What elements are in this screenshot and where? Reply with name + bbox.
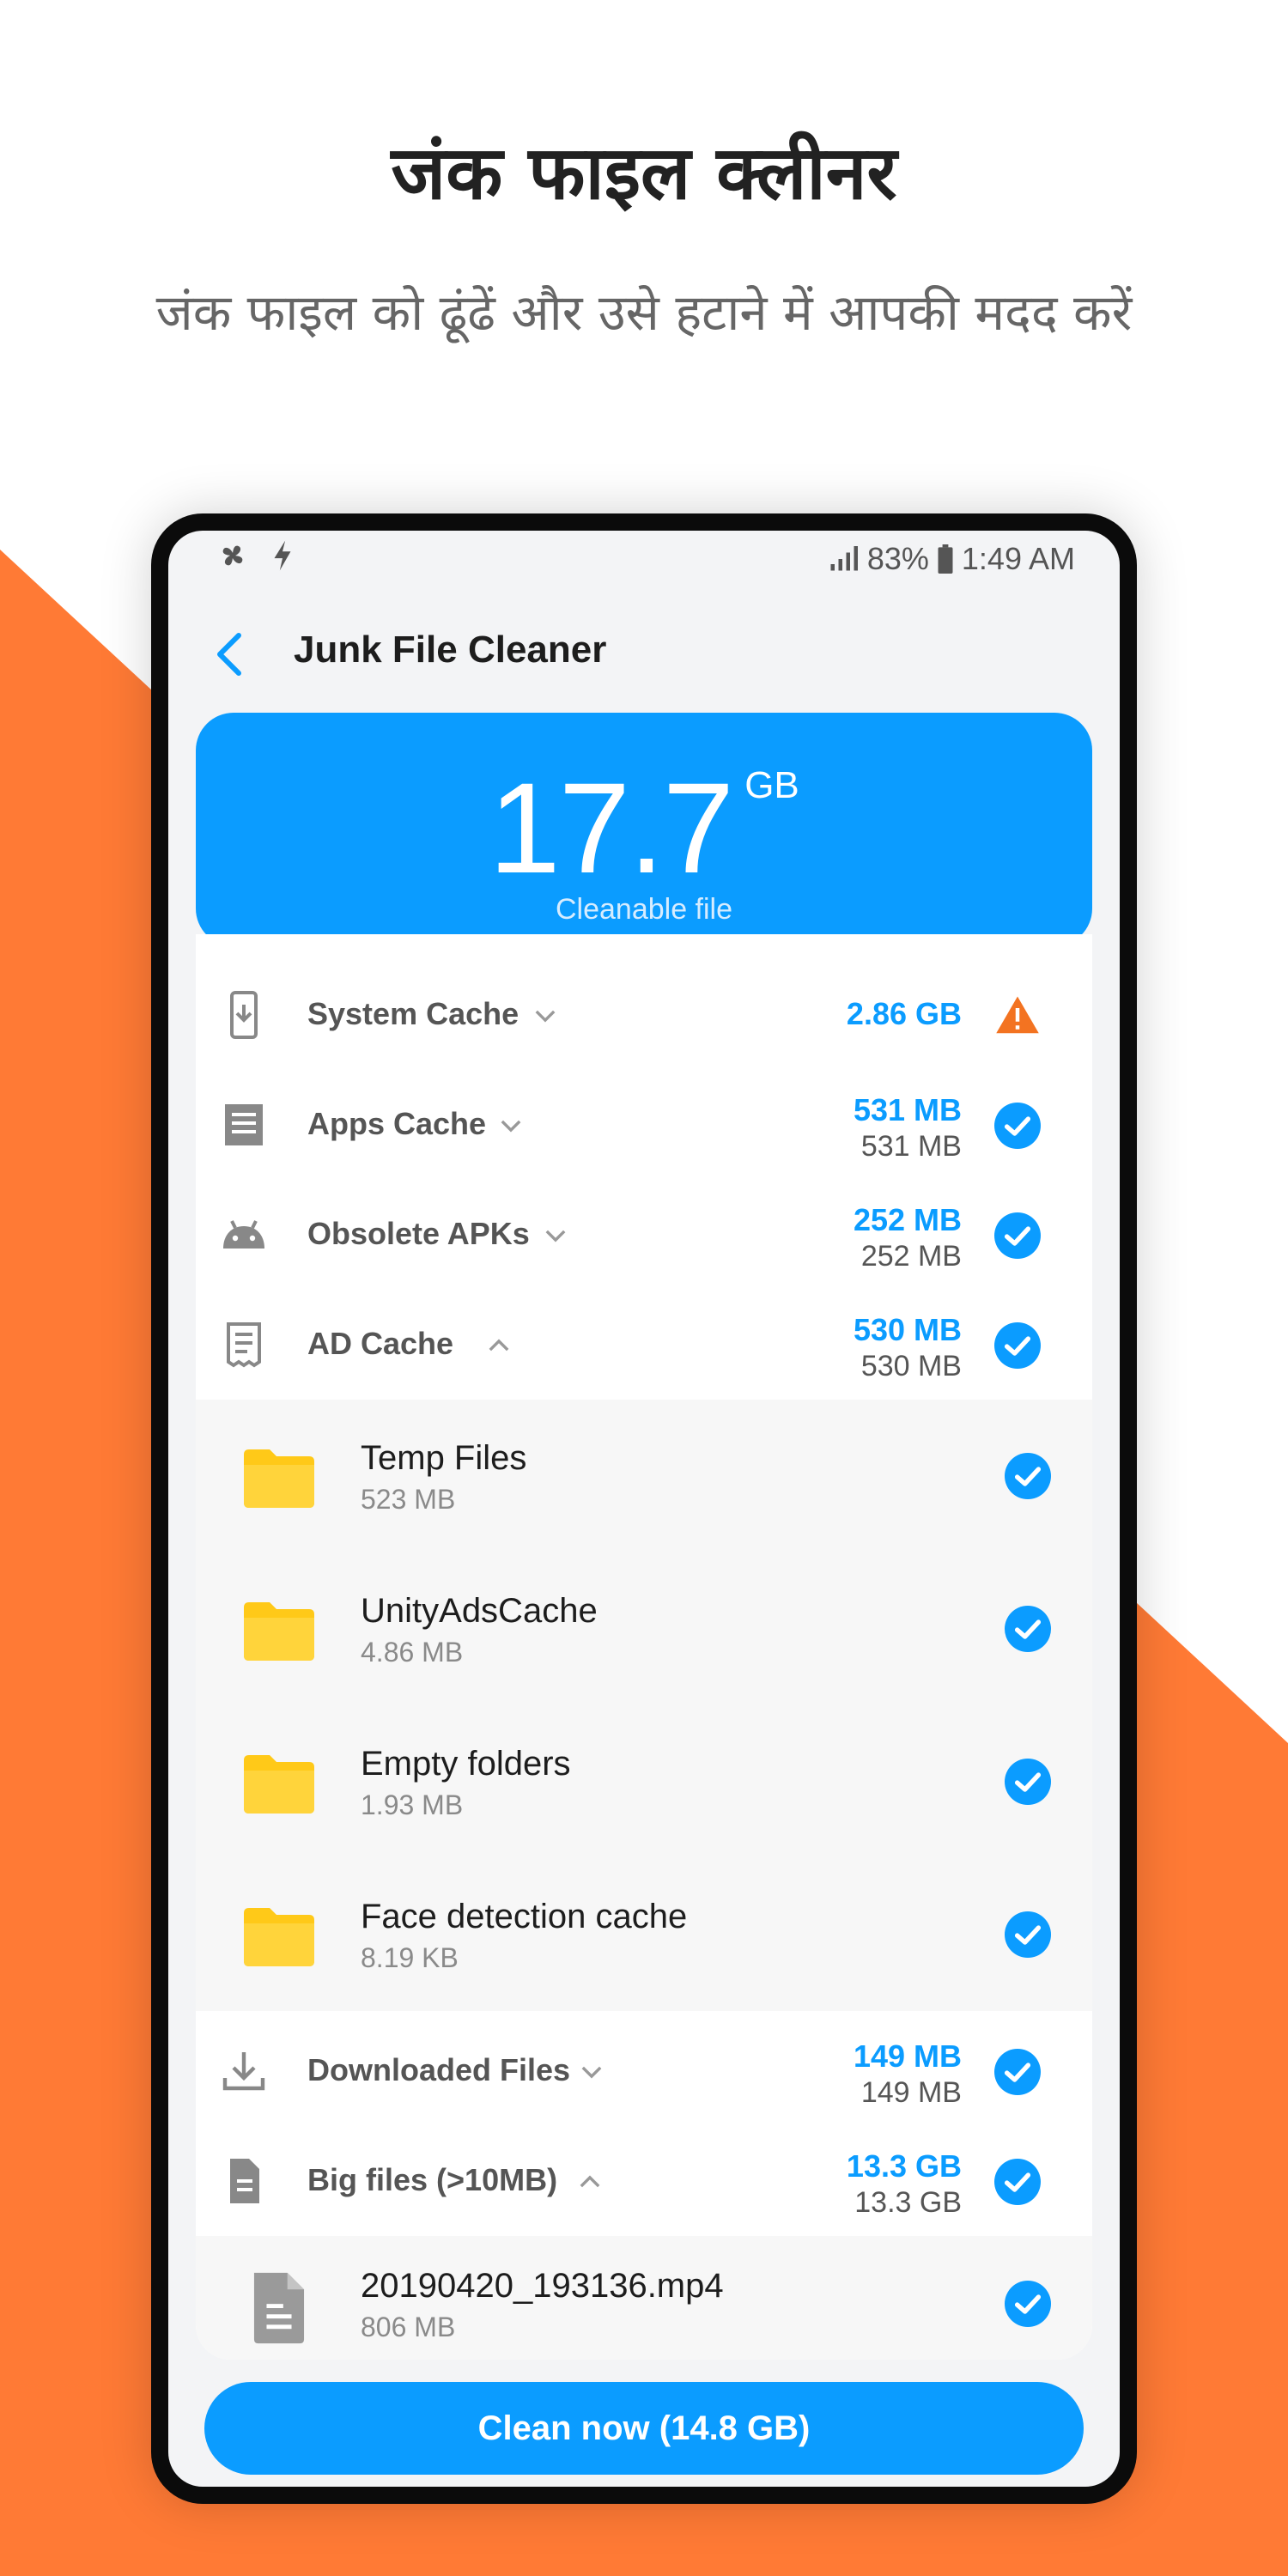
check-circle-icon[interactable] <box>994 1103 1041 1149</box>
chevron-down-icon[interactable] <box>541 1221 570 1250</box>
category-row-ad-cache[interactable]: AD Cache 530 MB 530 MB <box>196 1290 1092 1400</box>
chevron-down-icon[interactable] <box>577 2057 606 2087</box>
flash-icon <box>274 540 291 571</box>
cleanable-caption: Cleanable file <box>555 893 733 926</box>
category-row-apps-cache[interactable]: Apps Cache 531 MB 531 MB <box>196 1070 1092 1180</box>
folder-icon <box>244 1602 314 1661</box>
category-row-downloaded-files[interactable]: Downloaded Files 149 MB 149 MB <box>196 2016 1092 2126</box>
category-row-system-cache[interactable]: System Cache 2.86 GB <box>196 960 1092 1070</box>
item-size: 4.86 MB <box>361 1637 464 1668</box>
list-item[interactable]: Empty folders 1.93 MB <box>196 1705 1092 1858</box>
check-circle-icon[interactable] <box>994 2159 1041 2205</box>
check-circle-icon[interactable] <box>1005 1911 1051 1958</box>
item-size: 523 MB <box>361 1484 456 1515</box>
category-label: Downloaded Files <box>307 2052 571 2087</box>
item-name: Empty folders <box>361 1745 571 1783</box>
chevron-down-icon[interactable] <box>531 1001 560 1030</box>
fan-icon <box>222 545 243 566</box>
phone-frame: 83% 1:49 AM Junk File Cleaner 17.7 GB Cl… <box>151 513 1137 2504</box>
check-circle-icon[interactable] <box>1005 2281 1051 2327</box>
check-circle-icon[interactable] <box>994 2049 1041 2095</box>
ad-cache-items: Temp Files 523 MB UnityAdsCache 4.86 MB <box>196 1400 1092 2011</box>
warning-icon[interactable] <box>994 993 1041 1039</box>
item-size: 1.93 MB <box>361 1789 464 1820</box>
chevron-left-icon <box>217 633 241 676</box>
item-name: 20190420_193136.mp4 <box>361 2267 724 2305</box>
check-circle-icon[interactable] <box>994 1322 1041 1369</box>
hero-subtitle: जंक फाइल को ढूंढें और उसे हटाने में आपकी… <box>155 283 1133 342</box>
check-circle-icon[interactable] <box>1005 1759 1051 1805</box>
check-circle-icon[interactable] <box>994 1212 1041 1259</box>
check-circle-icon[interactable] <box>1005 1453 1051 1499</box>
file-icon <box>230 2159 259 2203</box>
cleanable-size-unit: GB <box>744 764 799 806</box>
item-size: 8.19 KB <box>361 1942 459 1973</box>
chevron-up-icon[interactable] <box>575 2167 605 2196</box>
item-name: UnityAdsCache <box>361 1592 598 1630</box>
status-bar: 83% 1:49 AM <box>168 531 1120 589</box>
category-size-total: 531 MB <box>860 1130 962 1163</box>
category-row-big-files[interactable]: Big files (>10MB) 13.3 GB 13.3 GB <box>196 2126 1092 2236</box>
category-label: AD Cache <box>307 1326 454 1361</box>
app-bar: Junk File Cleaner <box>168 608 1120 702</box>
signal-icon <box>830 546 858 571</box>
status-time: 1:49 AM <box>961 541 1075 576</box>
check-circle-icon[interactable] <box>1005 1606 1051 1652</box>
receipt-icon <box>227 1322 261 1368</box>
clean-now-button[interactable]: Clean now (14.8 GB) <box>204 2382 1084 2475</box>
item-size: 806 MB <box>361 2312 456 2342</box>
chevron-up-icon[interactable] <box>484 1331 513 1360</box>
category-row-obsolete-apks[interactable]: Obsolete APKs 252 MB 252 MB <box>196 1180 1092 1290</box>
category-label: Obsolete APKs <box>307 1216 530 1251</box>
hero-title: जंक फाइल क्लीनर <box>391 131 897 216</box>
folder-icon <box>244 1449 314 1508</box>
category-size-total: 149 MB <box>860 2076 962 2109</box>
video-file-icon <box>253 2272 305 2344</box>
category-size-selected: 13.3 GB <box>846 2148 962 2184</box>
category-label: System Cache <box>307 996 519 1031</box>
category-size-total: 252 MB <box>860 1240 962 1273</box>
list-doc-icon <box>225 1104 263 1145</box>
category-label: Big files (>10MB) <box>307 2162 558 2197</box>
android-icon <box>223 1220 264 1249</box>
category-size-selected: 531 MB <box>853 1092 962 1127</box>
category-size-selected: 530 MB <box>853 1312 962 1347</box>
battery-percent: 83% <box>866 541 929 576</box>
junk-category-list: System Cache 2.86 GB Apps Cache 531 MB 5… <box>196 934 1092 2360</box>
back-button[interactable] <box>203 627 258 682</box>
list-item[interactable]: 20190420_193136.mp4 806 MB <box>196 2227 1092 2360</box>
battery-icon <box>938 544 953 574</box>
folder-icon <box>244 1755 314 1814</box>
folder-icon <box>244 1908 314 1966</box>
page-title: Junk File Cleaner <box>294 629 607 671</box>
download-icon <box>222 2052 265 2091</box>
list-item[interactable]: Face detection cache 8.19 KB <box>196 1858 1092 2011</box>
big-files-items: 20190420_193136.mp4 806 MB <box>196 2236 1092 2360</box>
item-name: Face detection cache <box>361 1898 688 1935</box>
category-size-selected: 149 MB <box>853 2038 962 2074</box>
category-size-total: 13.3 GB <box>854 2186 962 2219</box>
category-size-total: 530 MB <box>860 1350 962 1382</box>
category-size-selected: 252 MB <box>853 1202 962 1237</box>
category-label: Apps Cache <box>307 1106 487 1141</box>
list-item[interactable]: Temp Files 523 MB <box>196 1400 1092 1552</box>
category-size: 2.86 GB <box>846 996 962 1031</box>
item-name: Temp Files <box>361 1439 527 1477</box>
chevron-down-icon[interactable] <box>496 1111 526 1140</box>
phone-download-icon <box>230 991 258 1039</box>
cleanable-size-value: 17.7 <box>489 756 734 900</box>
list-item[interactable]: UnityAdsCache 4.86 MB <box>196 1552 1092 1705</box>
cleanable-summary-card: 17.7 GB Cleanable file <box>196 713 1092 946</box>
app-screen: 83% 1:49 AM Junk File Cleaner 17.7 GB Cl… <box>168 531 1120 2487</box>
